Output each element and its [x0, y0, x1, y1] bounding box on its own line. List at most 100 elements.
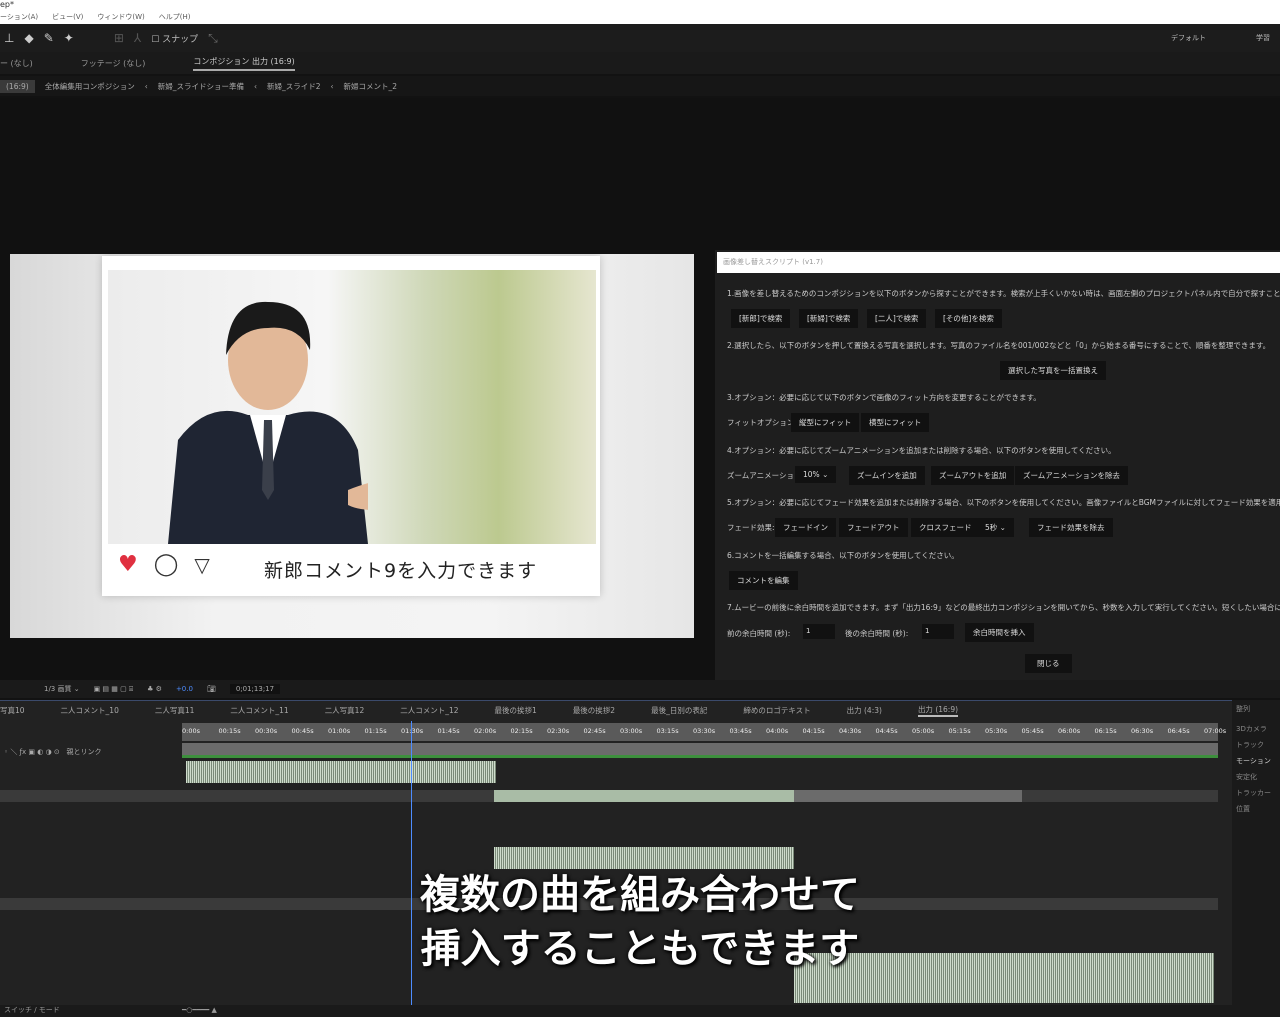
tracker-item[interactable]: モーション — [1236, 756, 1276, 766]
switch-mode-toggle[interactable]: スイッチ / モード — [4, 1006, 60, 1014]
zoom-remove-button[interactable]: ズームアニメーションを除去 — [1015, 466, 1128, 485]
current-timecode[interactable]: 0;01;13;17 — [229, 684, 281, 694]
stamp-tool-icon[interactable]: ⊥ — [4, 31, 14, 45]
zoom-in-button[interactable]: ズームインを追加 — [849, 466, 925, 485]
ruler-tick-label: 06:30s — [1131, 727, 1154, 735]
tab-footage[interactable]: フッテージ (なし) — [81, 58, 146, 69]
tab-composition[interactable]: コンポジション 出力 (16:9) — [193, 56, 295, 71]
roto-brush-icon[interactable]: ✎ — [44, 31, 54, 45]
groom-photo — [108, 270, 596, 544]
zoom-out-button[interactable]: ズームアウトを追加 — [931, 466, 1015, 485]
heart-icon: ♥ — [118, 552, 138, 577]
close-button[interactable]: 閉じる — [1025, 654, 1072, 673]
timeline-tab[interactable]: 締めのロゴテキスト — [743, 705, 810, 716]
timeline-tab[interactable]: 出力 (16:9) — [917, 704, 959, 717]
tracker-item[interactable]: 安定化 — [1236, 772, 1276, 782]
fade-duration-value: 5秒 — [985, 523, 998, 532]
fade-remove-button[interactable]: フェード効果を除去 — [1029, 518, 1113, 537]
tracker-item[interactable]: 3Dカメラ — [1236, 724, 1276, 734]
audio-clip-bar[interactable] — [494, 790, 794, 802]
timeline-tab[interactable]: 最後_日別の表記 — [651, 705, 707, 716]
color-icon[interactable]: ♣ ⚙ — [147, 685, 162, 693]
camera-icon[interactable]: 📷︎ — [207, 685, 216, 693]
before-padding-input[interactable]: 1 — [803, 624, 835, 639]
audio-clip-bar[interactable] — [794, 790, 1022, 802]
resolution-select[interactable]: 1/3 画質 ⌄ — [44, 684, 80, 694]
timeline-tab[interactable]: 出力 (4:3) — [847, 705, 882, 716]
timeline-tabs: 写真10 二人コメント_10 二人写真11 二人コメント_11 二人写真12 二人コメント… — [0, 701, 1232, 719]
breadcrumb-item[interactable]: 全体編集用コンポジション — [45, 81, 135, 92]
zoom-amount-select[interactable]: 10% ⌄ — [795, 466, 837, 483]
workspace-learn[interactable]: 学習 — [1256, 33, 1270, 43]
timeline-tab[interactable]: 二人写真12 — [325, 705, 365, 716]
crossfade-button[interactable]: クロスフェード — [911, 518, 980, 537]
step2-text: 2.選択したら、以下のボタンを押して置換える写真を選択します。写真のファイル名を… — [727, 341, 1271, 350]
snap-checkbox[interactable]: ☐ スナップ — [151, 32, 198, 45]
ruler-tick-label: 05:00s — [912, 727, 935, 735]
tab-layer[interactable]: ー (なし) — [0, 58, 33, 69]
comment-icon: ◯ — [153, 552, 179, 577]
ruler-tick-label: 03:45s — [729, 727, 752, 735]
tracker-item[interactable]: トラッカー — [1236, 788, 1276, 798]
timeline-tab[interactable]: 最後の挨拶1 — [495, 705, 537, 716]
replace-photos-button[interactable]: 選択した写真を一括置換え — [1000, 361, 1106, 380]
video-subtitle: 複数の曲を組み合わせて 挿入することもできます — [0, 868, 1280, 976]
step4-text: 4.オプション：必要に応じてズームアニメーションを追加または削除する場合、以下の… — [727, 446, 1116, 455]
snap-label: スナップ — [162, 34, 199, 45]
edit-comment-button[interactable]: コメントを編集 — [729, 571, 798, 590]
region-of-interest-icon[interactable]: ▣ ▤ ▦ ▢ ⌸ — [94, 685, 134, 694]
time-ruler[interactable]: 0:00s 00:15s 00:30s 00:45s 01:00s 01:15s 01:30… — [182, 723, 1226, 741]
breadcrumb-item[interactable]: (16:9) — [0, 79, 35, 93]
post-caption: 新郎コメント9を入力できます — [264, 560, 538, 582]
timeline-tab[interactable]: 二人コメント_10 — [61, 705, 119, 716]
after-padding-input[interactable]: 1 — [922, 624, 954, 639]
audio-waveform[interactable] — [494, 847, 794, 869]
puppet-pin-icon[interactable]: ✦ — [64, 31, 74, 45]
step1-text: 1.画像を差し替えるためのコンポジションを以下のボタンから探すことができます。検… — [727, 289, 1280, 298]
title-bar: ep* ーション(A) ビュー(V) ウィンドウ(W) ヘルプ(H) — [0, 0, 1280, 24]
search-bride-button[interactable]: [新婦]で検索 — [799, 309, 859, 328]
breadcrumb-item[interactable]: 新婦_スライド2 — [267, 81, 321, 92]
zoom-slider[interactable]: ━○━━━━ ▲ — [182, 1006, 217, 1014]
search-couple-button[interactable]: [二人]で検索 — [867, 309, 927, 328]
tracker-item[interactable]: トラック — [1236, 740, 1276, 750]
timeline-tab[interactable]: 写真10 — [0, 705, 25, 716]
breadcrumb: (16:9) 全体編集用コンポジション ‹ 新婦_スライドショー準備 ‹ 新婦_スラ… — [0, 76, 1280, 96]
axis-icon[interactable]: ⊞ — [114, 31, 124, 45]
menu-animation[interactable]: ーション(A) — [0, 12, 38, 22]
zoom-label: ズームアニメーション: — [727, 471, 805, 480]
composition-frame[interactable]: ♥ ◯ ▽ 新郎コメント9を入力できます — [10, 254, 694, 638]
fit-vertical-button[interactable]: 縦型にフィット — [791, 413, 860, 432]
insert-padding-button[interactable]: 余白時間を挿入 — [965, 623, 1034, 642]
ruler-tick-label: 04:30s — [839, 727, 862, 735]
work-area-bar[interactable] — [182, 743, 1218, 755]
breadcrumb-item[interactable]: 新婦_スライドショー準備 — [158, 81, 244, 92]
step5-text: 5.オプション：必要に応じてフェード効果を追加または削除する場合、以下のボタンを… — [727, 498, 1280, 507]
ruler-tick-label: 06:15s — [1094, 727, 1117, 735]
menu-view[interactable]: ビュー(V) — [52, 12, 83, 22]
eraser-tool-icon[interactable]: ◆ — [24, 31, 33, 45]
workspace-default[interactable]: デフォルト — [1171, 33, 1206, 43]
fit-label: フィットオプション: — [727, 418, 797, 427]
after-padding-label: 後の余白時間 (秒): — [845, 629, 909, 638]
timeline-tab[interactable]: 二人コメント_11 — [230, 705, 288, 716]
breadcrumb-item[interactable]: 新婦コメント_2 — [343, 81, 397, 92]
fade-in-button[interactable]: フェードイン — [775, 518, 836, 537]
timeline-tab[interactable]: 二人コメント_12 — [400, 705, 458, 716]
exposure-value[interactable]: +0.0 — [176, 685, 193, 693]
image-replace-script-panel: 画像差し替えスクリプト (v1.7) 1.画像を差し替えるためのコンポジションを… — [715, 250, 1280, 680]
snap-icon[interactable]: ⤡ — [208, 31, 218, 46]
menu-help[interactable]: ヘルプ(H) — [159, 12, 191, 22]
fit-horizontal-button[interactable]: 横型にフィット — [861, 413, 930, 432]
tracker-item[interactable]: 位置 — [1236, 804, 1276, 814]
timeline-tab[interactable]: 最後の挨拶2 — [573, 705, 615, 716]
fade-duration-select[interactable]: 5秒 ⌄ — [977, 518, 1014, 537]
chevron-down-icon: ⌄ — [822, 470, 829, 479]
fade-out-button[interactable]: フェードアウト — [839, 518, 908, 537]
audio-waveform[interactable] — [186, 761, 496, 783]
search-other-button[interactable]: [その他]を検索 — [935, 309, 1002, 328]
menu-window[interactable]: ウィンドウ(W) — [97, 12, 144, 22]
axis-mode-icon[interactable]: ⅄ — [134, 31, 141, 45]
timeline-tab[interactable]: 二人写真11 — [155, 705, 195, 716]
search-groom-button[interactable]: [新郎]で検索 — [731, 309, 791, 328]
